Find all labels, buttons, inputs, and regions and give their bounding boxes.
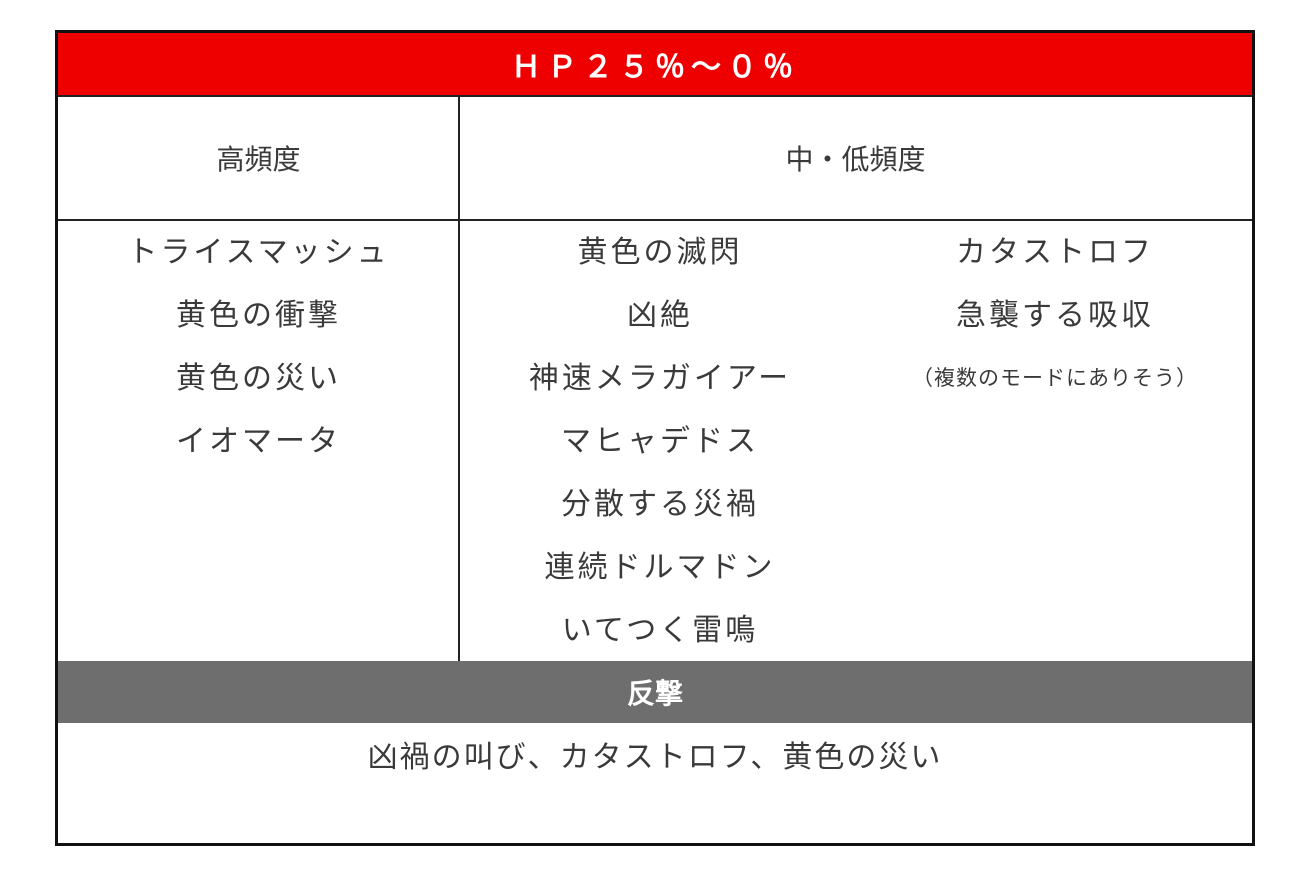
list-item: トライスマッシュ [127, 235, 390, 270]
list-item: カタストロフ [956, 235, 1154, 270]
list-item: 黄色の滅閃 [577, 235, 743, 270]
header-row: 高頻度 中・低頻度 [58, 97, 1252, 221]
list-item: 急襲する吸収 [956, 298, 1154, 333]
list-item: 黄色の衝撃 [176, 298, 341, 333]
high-frequency-header: 高頻度 [216, 143, 301, 176]
list-item: 連続ドルマドン [544, 550, 776, 585]
column-divider-header [458, 97, 460, 221]
list-item: マヒャデドス [561, 424, 759, 459]
counter-header: 反撃 [58, 661, 1252, 723]
mid-frequency-list: 黄色の滅閃 凶絶 神速メラガイアー マヒャデドス 分散する災禍 連続ドルマドン … [460, 221, 860, 662]
mid-low-frequency-header: 中・低頻度 [785, 143, 926, 176]
counter-skills: 凶禍の叫び、カタストロフ、黄色の災い [367, 740, 943, 775]
list-item: 神速メラガイアー [528, 361, 792, 396]
list-item: 凶絶 [627, 298, 693, 333]
low-frequency-list: カタストロフ 急襲する吸収 （複数のモードにありそう） [858, 221, 1252, 410]
list-item: いてつく雷鳴 [561, 613, 759, 648]
list-item-note: （複数のモードにありそう） [912, 366, 1198, 390]
list-item: 黄色の災い [176, 361, 341, 396]
list-item: 分散する災禍 [561, 487, 759, 522]
list-item: イオマータ [176, 424, 341, 459]
hp-range-title: ＨＰ２５％～０％ [58, 33, 1252, 97]
skill-table: ＨＰ２５％～０％ 高頻度 中・低頻度 トライスマッシュ 黄色の衝撃 黄色の災い … [55, 30, 1255, 846]
high-frequency-list: トライスマッシュ 黄色の衝撃 黄色の災い イオマータ [58, 221, 459, 473]
